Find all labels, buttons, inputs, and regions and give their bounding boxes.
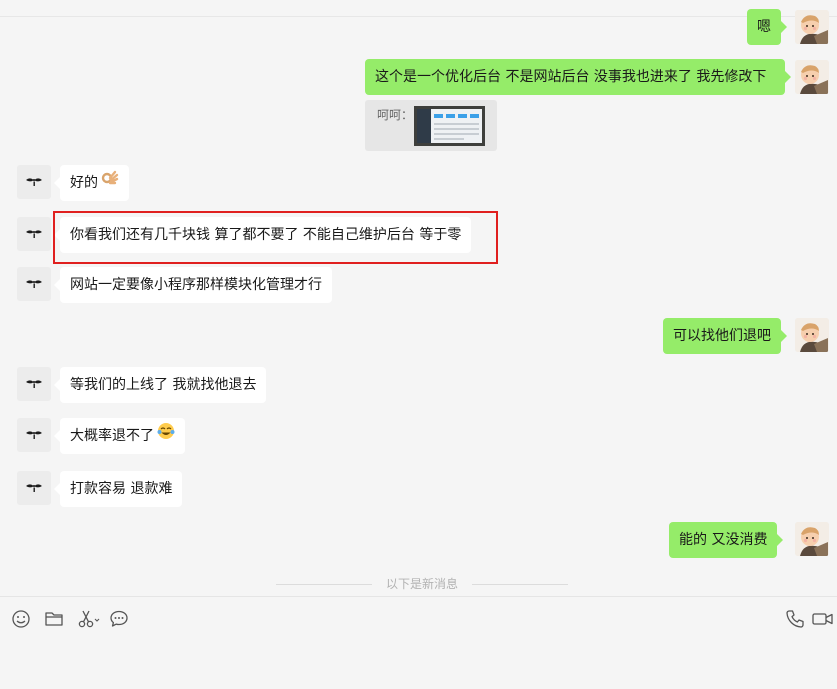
message-text: 大概率退不了 (70, 428, 154, 444)
message-text: 能的 又没消费 (679, 532, 768, 548)
message-text: 嗯 (757, 19, 771, 35)
message-text: 网站一定要像小程序那样模块化管理才行 (70, 277, 322, 293)
message-bubble-incoming[interactable]: 等我们的上线了 我就找他退去 (53, 367, 267, 403)
message-bubble-outgoing[interactable]: 能的 又没消费 (669, 522, 784, 558)
highlight-annotation-box (53, 211, 498, 264)
message-bubble-incoming[interactable]: 大概率退不了 (54, 418, 185, 454)
quoted-image-thumbnail[interactable] (414, 106, 485, 146)
message-text: 好的 (70, 175, 98, 191)
ok-hand-emoji-icon (101, 165, 119, 201)
top-divider (0, 16, 837, 17)
self-avatar[interactable] (795, 318, 829, 352)
self-avatar[interactable] (795, 522, 829, 556)
message-text: 可以找他们退吧 (673, 328, 771, 344)
quoted-message[interactable]: 呵呵： (365, 100, 497, 151)
message-bubble-incoming[interactable]: 网站一定要像小程序那样模块化管理才行 (54, 267, 332, 303)
emoji-icon[interactable] (10, 608, 32, 630)
contact-avatar[interactable] (17, 165, 51, 199)
chat-history-icon[interactable] (108, 608, 130, 630)
tears-of-joy-emoji-icon (157, 418, 175, 454)
contact-avatar[interactable] (17, 418, 51, 452)
message-bubble-outgoing[interactable]: 嗯 (747, 9, 787, 45)
contact-avatar[interactable] (17, 267, 51, 301)
contact-avatar[interactable] (17, 471, 51, 505)
message-text: 等我们的上线了 我就找他退去 (70, 377, 257, 393)
self-avatar[interactable] (795, 10, 829, 44)
message-bubble-incoming[interactable]: 打款容易 退款难 (53, 471, 183, 507)
new-messages-divider: 以下是新消息 (276, 575, 568, 593)
contact-avatar[interactable] (17, 367, 51, 401)
message-bubble-outgoing[interactable]: 这个是一个优化后台 不是网站后台 没事我也进来了 我先修改下 (365, 59, 791, 95)
divider-label: 以下是新消息 (385, 577, 458, 591)
quote-sender: 呵呵： (377, 108, 414, 122)
scissors-icon[interactable] (76, 608, 100, 630)
message-bubble-incoming[interactable]: 好的 (54, 165, 129, 201)
message-text: 这个是一个优化后台 不是网站后台 没事我也进来了 我先修改下 (375, 69, 767, 85)
video-icon[interactable] (811, 608, 835, 630)
message-text: 打款容易 退款难 (70, 481, 173, 497)
message-bubble-outgoing[interactable]: 可以找他们退吧 (663, 318, 787, 354)
phone-icon[interactable] (784, 608, 806, 630)
folder-icon[interactable] (43, 608, 65, 630)
self-avatar[interactable] (795, 60, 829, 94)
contact-avatar[interactable] (17, 217, 51, 251)
